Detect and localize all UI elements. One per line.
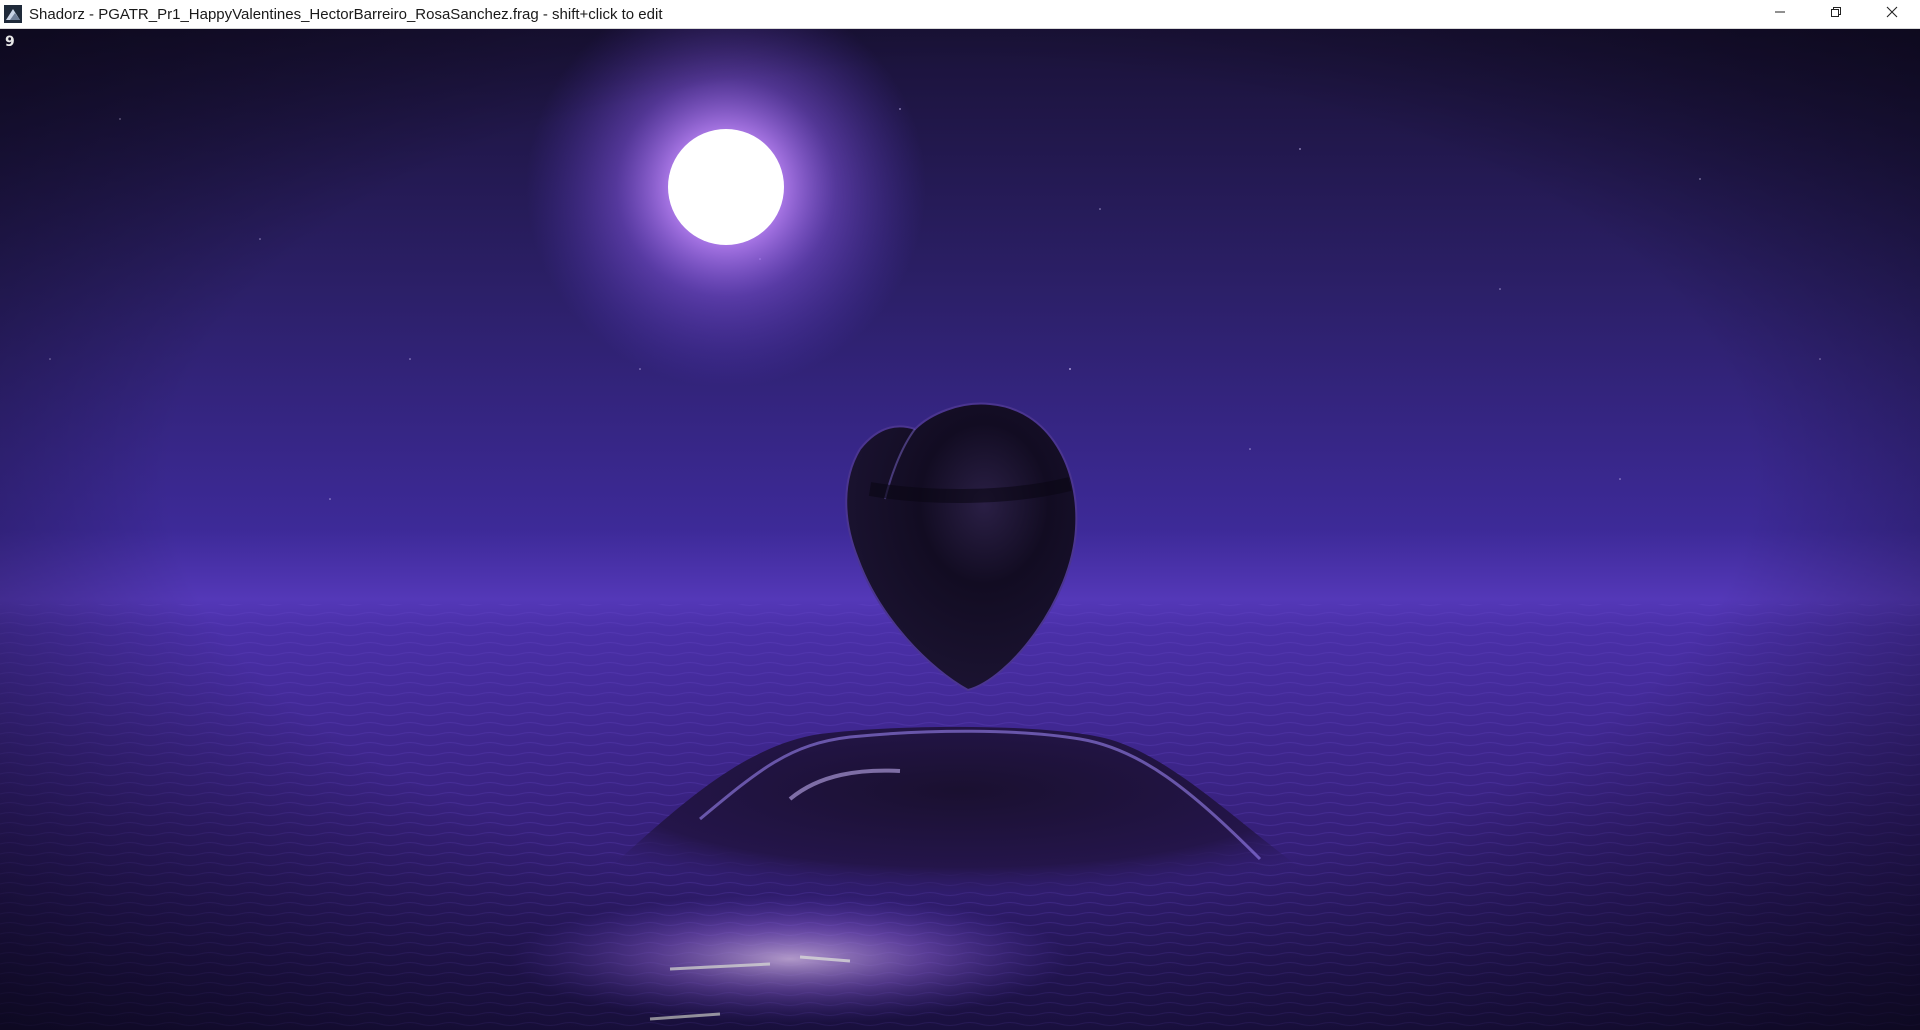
vignette	[0, 29, 1920, 1030]
shader-scene	[0, 29, 1920, 1030]
shader-window: Shadorz - PGATR_Pr1_HappyValentines_Hect…	[0, 0, 1920, 1030]
restore-button[interactable]	[1808, 0, 1864, 29]
restore-icon	[1830, 5, 1842, 23]
frame-counter: 9	[5, 34, 15, 50]
shader-canvas[interactable]	[0, 29, 1920, 1030]
minimize-button[interactable]	[1752, 0, 1808, 29]
shadorz-app-icon	[3, 4, 23, 24]
close-button[interactable]	[1864, 0, 1920, 29]
close-icon	[1886, 5, 1898, 23]
window-title: Shadorz - PGATR_Pr1_HappyValentines_Hect…	[29, 5, 663, 23]
minimize-icon	[1774, 5, 1786, 23]
title-bar[interactable]: Shadorz - PGATR_Pr1_HappyValentines_Hect…	[0, 0, 1920, 29]
window-controls	[1752, 0, 1920, 29]
